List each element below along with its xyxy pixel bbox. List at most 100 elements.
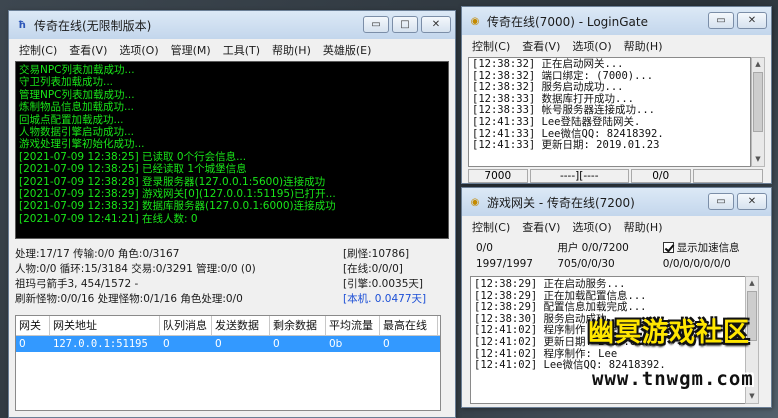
status-connections: 0/0 [630, 169, 691, 183]
status-traffic: ----][---- [529, 169, 629, 183]
log-line: [2021-07-09 12:38:32] 数据库服务器(127.0.0.1:6… [19, 200, 336, 213]
minimize-button[interactable]: ▭ [708, 12, 734, 29]
window-title: 游戏网关 - 传奇在线(7200) [487, 195, 635, 210]
rungate-info-row-2: 1997/1997 705/0/0/30 0/0/0/0/0/0/0 [476, 258, 731, 270]
gate-icon: ◉ [470, 15, 480, 27]
menu-view[interactable]: 查看(V) [516, 219, 566, 235]
minimize-icon: ▭ [371, 18, 381, 30]
log-line: [2021-07-09 12:38:25] 已读取 0个行会信息... [19, 150, 247, 163]
menu-control[interactable]: 控制(C) [466, 219, 516, 235]
close-icon: ✕ [747, 195, 757, 207]
info-users: 用户 0/0/7200 [557, 242, 629, 254]
watermark-title: 幽冥游戏社区 [588, 318, 751, 348]
column-header[interactable]: 发送数据 [212, 316, 270, 335]
menu-hero[interactable]: 英雄版(E) [317, 42, 378, 58]
info-counters: 705/0/0/30 [557, 258, 615, 270]
logingate-log[interactable]: [12:38:32] 正在启动网关... [12:38:32] 端口绑定: (7… [468, 57, 751, 167]
close-button[interactable]: ✕ [421, 16, 451, 33]
log-line: [12:38:32] 正在启动网关... [472, 58, 624, 70]
table-cell: 127.0.0.1:51195 [53, 338, 148, 350]
minimize-button[interactable]: ▭ [363, 16, 389, 33]
log-line: [12:41:33] 更新日期: 2019.01.23 [472, 139, 660, 152]
maximize-button[interactable]: □ [392, 16, 418, 33]
log-line: 管理NPC列表加载成功... [19, 88, 135, 101]
close-icon: ✕ [431, 18, 441, 30]
stat-online: [在线:0/0/0] [343, 263, 403, 275]
log-line: 守卫列表加载成功... [19, 76, 114, 89]
log-line: 回城点配置加载成功... [19, 113, 124, 126]
log-line: 炼制物品信息加载成功... [19, 101, 135, 114]
menu-tools[interactable]: 工具(T) [217, 42, 266, 58]
stat-spawn: [刷怪:10786] [343, 248, 410, 260]
table-cell: 0 [383, 338, 390, 350]
log-line: [2021-07-09 12:38:28] 登录服务器(127.0.0.1:56… [19, 175, 326, 188]
close-button[interactable]: ✕ [737, 12, 767, 29]
info-queue: 1997/1997 [476, 258, 533, 270]
menu-bar: 控制(C) 查看(V) 选项(O) 帮助(H) [462, 35, 771, 57]
menu-help[interactable]: 帮助(H) [618, 38, 669, 54]
menu-manage[interactable]: 管理(M) [165, 42, 217, 58]
log-line: [2021-07-09 12:38:29] 游戏网关[0](127.0.0.1:… [19, 188, 336, 201]
server-window: ħ 传奇在线(无限制版本) ▭ □ ✕ 控制(C) 查看(V) 选项(O) 管理… [8, 10, 456, 418]
column-header[interactable]: 平均流量 [326, 316, 380, 335]
table-row[interactable]: 0 127.0.0.1:51195 0 0 0 0b 0 [16, 336, 440, 352]
menu-options[interactable]: 选项(O) [113, 42, 164, 58]
stat-players: 人物:0/0 循环:15/3184 交易:0/3291 管理:0/0 (0) [15, 263, 256, 275]
scroll-up-icon[interactable]: ▲ [746, 277, 758, 290]
logingate-scrollbar[interactable]: ▲ ▼ [751, 57, 765, 167]
stat-processing: 处理:17/17 传输:0/0 角色:0/3167 [15, 248, 180, 260]
info-connections: 0/0 [476, 242, 493, 254]
logingate-titlebar[interactable]: ◉ 传奇在线(7000) - LoginGate ▭ ✕ [462, 7, 771, 35]
column-header[interactable]: 队列消息 [160, 316, 212, 335]
gate-icon: ◉ [470, 196, 480, 208]
minimize-icon: ▭ [716, 195, 726, 207]
rungate-info-row-1: 0/0 用户 0/0/7200 显示加速信息 [476, 240, 740, 255]
column-header[interactable]: 网关地址 [50, 316, 160, 335]
server-log[interactable]: 交易NPC列表加载成功... 守卫列表加载成功... 管理NPC列表加载成功..… [15, 61, 449, 239]
checkbox-label: 显示加速信息 [676, 242, 740, 254]
stat-monster: 祖玛弓箭手3, 454/1572 - [15, 278, 139, 290]
checkbox-checked-icon[interactable] [662, 242, 674, 253]
server-stats: 处理:17/17 传输:0/0 角色:0/3167 [刷怪:10786] 人物:… [15, 247, 449, 307]
log-line: [12:41:33] Lee登陆器登陆网关. [472, 115, 641, 128]
log-line: [12:38:29] 正在启动服务... [474, 278, 626, 290]
menu-view[interactable]: 查看(V) [516, 38, 566, 54]
scroll-up-icon[interactable]: ▲ [752, 58, 764, 71]
stat-local: [本机. 0.0477天] [343, 293, 427, 305]
menu-options[interactable]: 选项(O) [566, 38, 617, 54]
gateway-table[interactable]: 网关 网关地址 队列消息 发送数据 剩余数据 平均流量 最高在线 0 127.0… [15, 315, 441, 411]
stat-refresh: 刷新怪物:0/0/16 处理怪物:0/1/16 角色处理:0/0 [15, 293, 243, 305]
menu-control[interactable]: 控制(C) [13, 42, 63, 58]
menu-bar: 控制(C) 查看(V) 选项(O) 帮助(H) [462, 216, 771, 238]
app-icon: ħ [18, 19, 26, 31]
table-cell: 0 [273, 338, 280, 350]
scroll-thumb[interactable] [753, 72, 763, 132]
menu-control[interactable]: 控制(C) [466, 38, 516, 54]
scroll-down-icon[interactable]: ▼ [746, 390, 758, 403]
menu-bar: 控制(C) 查看(V) 选项(O) 管理(M) 工具(T) 帮助(H) 英雄版(… [9, 39, 455, 61]
minimize-button[interactable]: ▭ [708, 193, 734, 210]
menu-options[interactable]: 选项(O) [566, 219, 617, 235]
column-header[interactable]: 网关 [16, 316, 50, 335]
rungate-titlebar[interactable]: ◉ 游戏网关 - 传奇在线(7200) ▭ ✕ [462, 188, 771, 216]
log-line: [2021-07-09 12:41:21] 在线人数: 0 [19, 212, 198, 225]
show-speed-checkbox[interactable]: 显示加速信息 [662, 242, 740, 254]
scroll-down-icon[interactable]: ▼ [752, 153, 764, 166]
close-button[interactable]: ✕ [737, 193, 767, 210]
minimize-icon: ▭ [716, 14, 726, 26]
server-titlebar[interactable]: ħ 传奇在线(无限制版本) ▭ □ ✕ [9, 11, 455, 39]
log-line: 人物数据引擎启动成功... [19, 126, 135, 139]
log-line: [2021-07-09 12:38:25] 已经读取 1个城堡信息 [19, 163, 247, 176]
window-title: 传奇在线(无限制版本) [34, 18, 152, 33]
column-header[interactable]: 剩余数据 [270, 316, 326, 335]
menu-help[interactable]: 帮助(H) [618, 219, 669, 235]
table-header: 网关 网关地址 队列消息 发送数据 剩余数据 平均流量 最高在线 [16, 316, 440, 336]
close-icon: ✕ [747, 14, 757, 26]
menu-help[interactable]: 帮助(H) [266, 42, 317, 58]
log-line: 交易NPC列表加载成功... [19, 64, 135, 76]
table-cell: 0b [329, 338, 343, 350]
column-header[interactable]: 最高在线 [380, 316, 438, 335]
info-flags: 0/0/0/0/0/0/0 [662, 258, 731, 270]
menu-view[interactable]: 查看(V) [63, 42, 113, 58]
window-title: 传奇在线(7000) - LoginGate [487, 14, 648, 29]
